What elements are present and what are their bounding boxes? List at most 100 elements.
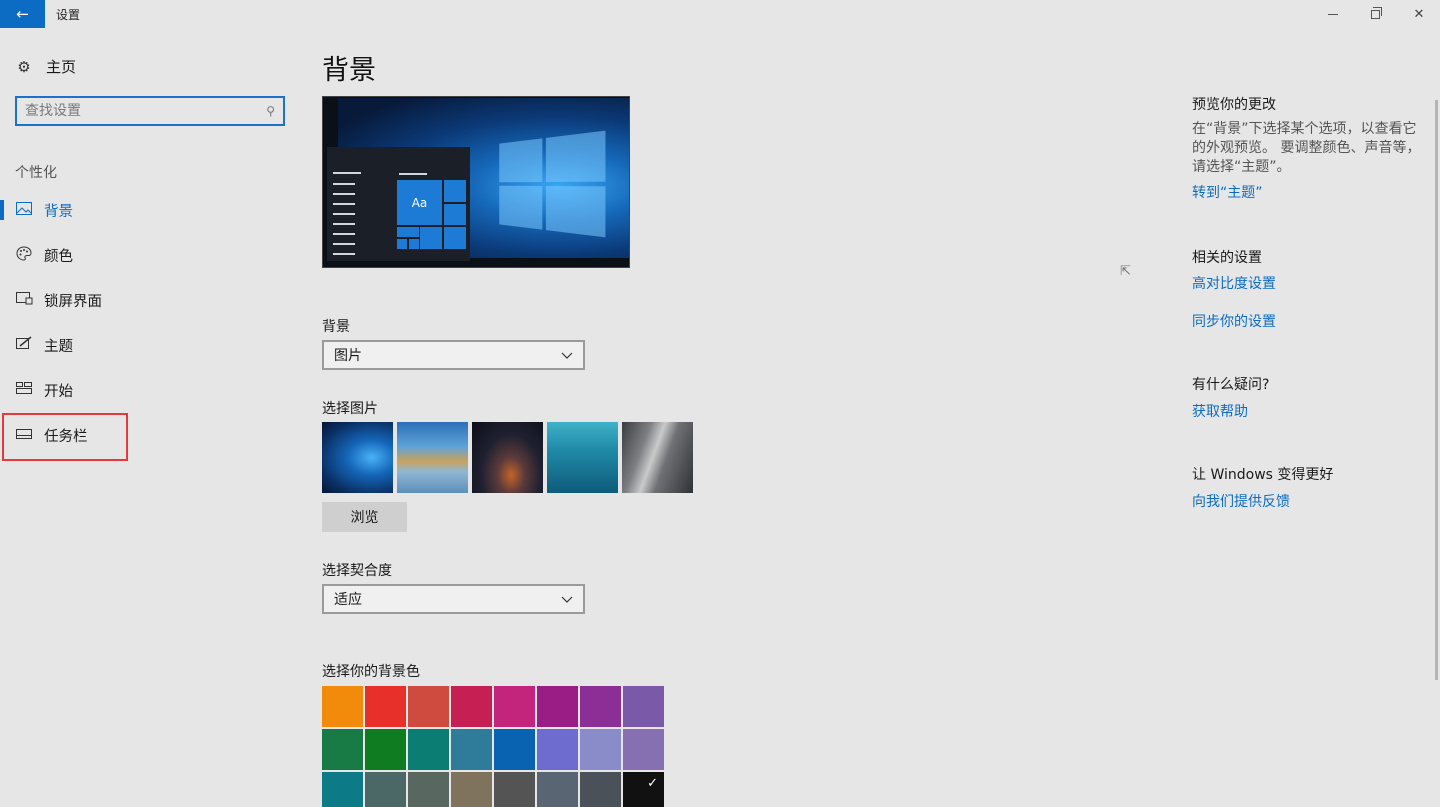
color-swatch[interactable] <box>580 686 621 727</box>
sidebar-item-themes[interactable]: 主题 <box>0 325 280 365</box>
preview-app-list <box>333 172 361 263</box>
active-indicator <box>0 200 4 220</box>
thumbnail-windows-hero[interactable] <box>322 422 393 493</box>
preview-tile-large: Aa <box>397 180 442 225</box>
fit-dropdown[interactable]: 适应 <box>322 584 585 614</box>
palette-icon <box>14 245 34 265</box>
color-swatch[interactable]: ✓ <box>623 772 664 807</box>
color-swatch[interactable] <box>408 729 449 770</box>
related-settings-heading: 相关的设置 <box>1192 250 1262 266</box>
section-label-personalization: 个性化 <box>15 165 57 181</box>
thumbnail-underwater-swimmer[interactable] <box>547 422 618 493</box>
sidebar-item-label: 开始 <box>44 383 73 400</box>
color-swatch[interactable] <box>623 729 664 770</box>
background-preview: Aa <box>322 96 630 268</box>
color-swatch[interactable] <box>365 729 406 770</box>
color-swatch[interactable] <box>494 729 535 770</box>
sidebar-item-label: 锁屏界面 <box>44 293 102 310</box>
fit-label: 选择契合度 <box>322 563 392 579</box>
preview-tile <box>409 239 419 249</box>
fit-value: 适应 <box>334 592 362 608</box>
background-type-label: 背景 <box>322 319 350 335</box>
color-swatch[interactable] <box>580 772 621 807</box>
windows-logo-icon <box>499 130 606 238</box>
nav-home-label: 主页 <box>46 58 77 76</box>
close-button[interactable]: ✕ <box>1396 0 1440 28</box>
minimize-icon <box>1328 13 1338 15</box>
start-tiles-icon <box>14 382 34 398</box>
thumbnail-beach-rocks[interactable] <box>397 422 468 493</box>
background-type-dropdown[interactable]: 图片 <box>322 340 585 370</box>
color-swatch[interactable] <box>494 772 535 807</box>
taskbar-highlight-box <box>2 413 128 461</box>
sidebar-item-background[interactable]: 背景 <box>0 190 280 230</box>
color-swatch[interactable] <box>580 729 621 770</box>
color-swatch[interactable] <box>365 686 406 727</box>
feedback-heading: 让 Windows 变得更好 <box>1192 467 1334 483</box>
color-swatch[interactable] <box>537 772 578 807</box>
thumbnail-rock-cliff[interactable] <box>622 422 693 493</box>
checkmark-icon: ✓ <box>647 776 658 791</box>
chevron-down-icon <box>561 349 573 362</box>
color-swatch[interactable] <box>537 729 578 770</box>
preview-tile <box>444 227 466 249</box>
color-swatch[interactable] <box>322 772 363 807</box>
color-swatch[interactable] <box>623 686 664 727</box>
goto-theme-link[interactable]: 转到“主题” <box>1192 182 1263 202</box>
preview-tile <box>420 227 442 249</box>
mouse-cursor-icon: ⇱ <box>1120 264 1131 279</box>
theme-brush-icon <box>14 336 34 354</box>
sidebar-item-lock-screen[interactable]: 锁屏界面 <box>0 280 280 320</box>
restore-button[interactable] <box>1352 0 1398 28</box>
feedback-link[interactable]: 向我们提供反馈 <box>1192 491 1290 511</box>
gear-icon: ⚙ <box>17 57 31 76</box>
preview-start-menu: Aa <box>327 147 470 261</box>
search-icon[interactable]: ⚲ <box>266 104 275 118</box>
sidebar-item-start[interactable]: 开始 <box>0 370 280 410</box>
search-box[interactable]: ⚲ <box>15 96 285 126</box>
sidebar-item-colors[interactable]: 颜色 <box>0 235 280 275</box>
background-color-label: 选择你的背景色 <box>322 664 420 680</box>
chevron-down-icon <box>561 593 573 606</box>
minimize-button[interactable] <box>1310 0 1356 28</box>
restore-icon <box>1370 6 1382 19</box>
scrollbar[interactable] <box>1435 100 1438 680</box>
preview-changes-text: 在“背景”下选择某个选项，以查看它的外观预览。 要调整颜色、声音等，请选择“主题… <box>1192 121 1421 175</box>
color-swatch[interactable] <box>451 772 492 807</box>
thumbnail-night-sky-tent[interactable] <box>472 422 543 493</box>
color-swatch[interactable] <box>494 686 535 727</box>
get-help-link[interactable]: 获取帮助 <box>1192 401 1248 421</box>
picture-icon <box>14 201 34 219</box>
sync-settings-link[interactable]: 同步你的设置 <box>1192 311 1276 331</box>
color-swatch[interactable] <box>408 686 449 727</box>
color-swatch[interactable] <box>322 729 363 770</box>
color-swatch[interactable] <box>365 772 406 807</box>
choose-picture-label: 选择图片 <box>322 401 378 417</box>
preview-tile <box>444 204 466 225</box>
preview-changes-heading: 预览你的更改 <box>1192 97 1276 113</box>
preview-tile <box>444 180 466 202</box>
color-swatch[interactable] <box>451 729 492 770</box>
page-title: 背景 <box>322 55 376 86</box>
preview-tile <box>397 227 419 237</box>
browse-button[interactable]: 浏览 <box>322 502 407 532</box>
preview-tile <box>397 239 407 249</box>
close-icon: ✕ <box>1413 6 1425 22</box>
search-input[interactable] <box>25 103 267 119</box>
sidebar-item-label: 背景 <box>44 203 73 220</box>
preview-header-line <box>399 173 427 175</box>
picture-thumbnails <box>322 422 693 493</box>
sidebar-item-label: 主题 <box>44 338 73 355</box>
sidebar-item-label: 颜色 <box>44 248 73 265</box>
color-swatch[interactable] <box>322 686 363 727</box>
title-bar: ← 设置 ✕ <box>0 0 1440 28</box>
nav-home[interactable]: ⚙ 主页 <box>14 56 76 77</box>
high-contrast-link[interactable]: 高对比度设置 <box>1192 273 1276 293</box>
color-swatch[interactable] <box>408 772 449 807</box>
color-swatch[interactable] <box>451 686 492 727</box>
color-swatch[interactable] <box>537 686 578 727</box>
lock-screen-icon <box>14 291 34 309</box>
back-button[interactable]: ← <box>0 0 45 28</box>
question-heading: 有什么疑问? <box>1192 377 1270 393</box>
back-arrow-icon: ← <box>16 5 29 23</box>
